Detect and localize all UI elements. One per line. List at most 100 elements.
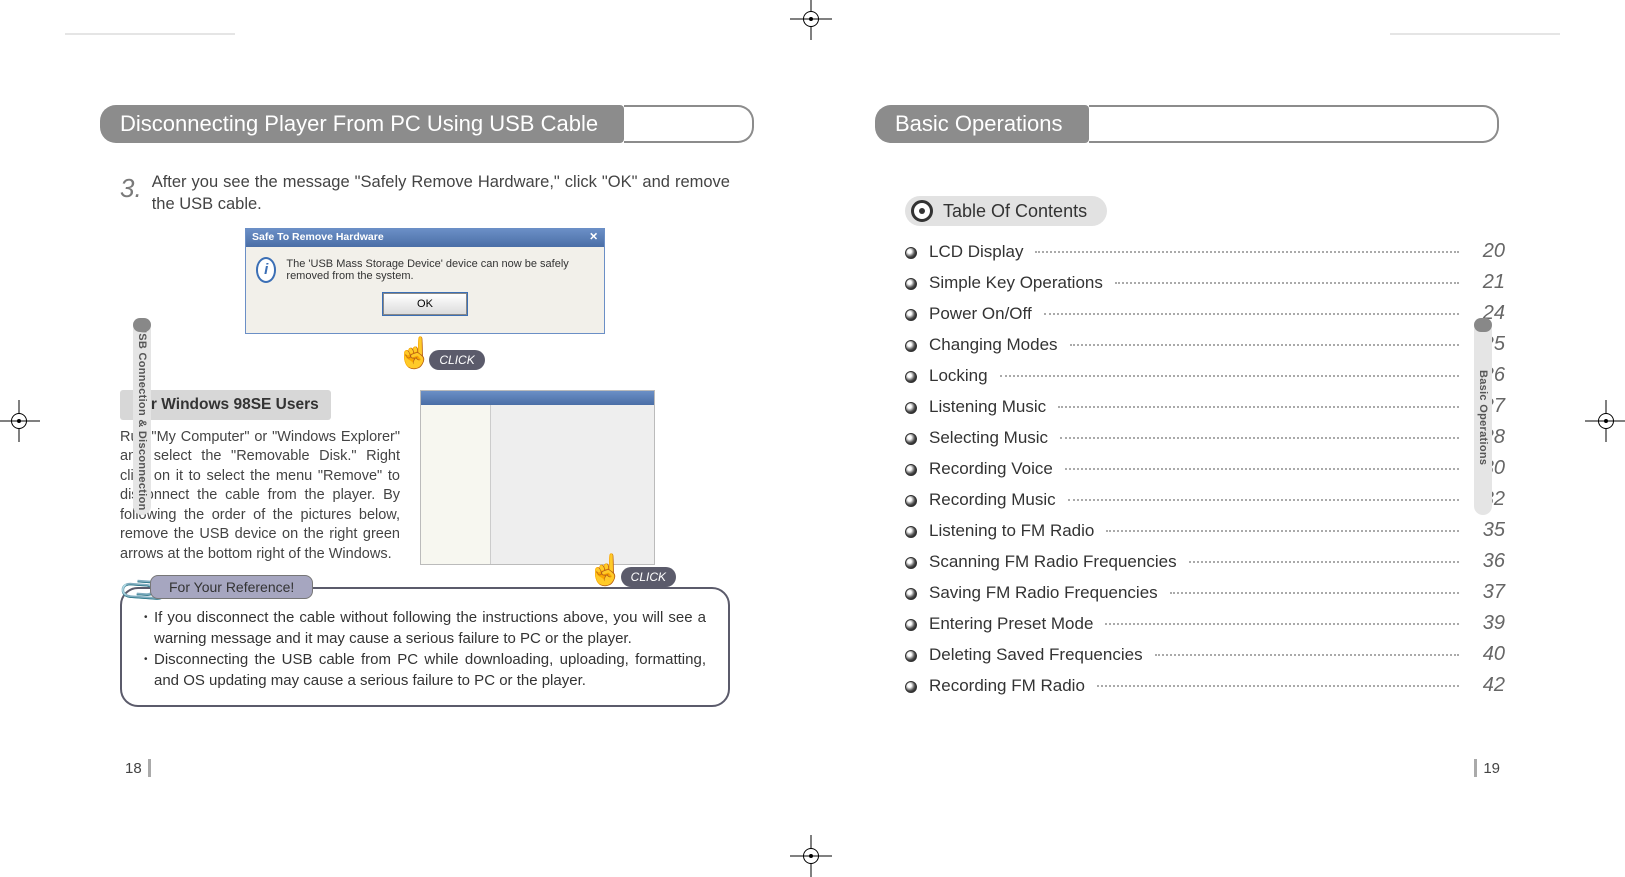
dialog-ok-button: OK xyxy=(383,293,467,315)
toc-label: Locking xyxy=(929,366,988,386)
toc-leader xyxy=(1106,530,1459,532)
toc-label: Listening Music xyxy=(929,397,1046,417)
page-right: Basic Operations Basic Operations Table … xyxy=(840,35,1560,795)
toc-label: Entering Preset Mode xyxy=(929,614,1093,634)
toc-leader xyxy=(1189,561,1459,563)
dialog-titlebar: Safe To Remove Hardware ✕ xyxy=(246,229,604,247)
registration-mark xyxy=(1585,400,1625,442)
toc-bullet-icon xyxy=(905,402,917,414)
click-tag: CLICK xyxy=(621,567,676,587)
toc-row: Entering Preset Mode 39 xyxy=(905,612,1505,643)
toc-label: Scanning FM Radio Frequencies xyxy=(929,552,1177,572)
toc-bullet-icon xyxy=(905,619,917,631)
toc-row: Recording FM Radio 42 xyxy=(905,674,1505,705)
toc-page: 35 xyxy=(1471,519,1505,542)
toc-row: Deleting Saved Frequencies 40 xyxy=(905,643,1505,674)
toc-leader xyxy=(1035,251,1459,253)
explorer-screenshot: ☝ CLICK xyxy=(420,390,655,565)
side-tab-left: USB Connection & Disconnection xyxy=(133,320,151,515)
toc-bullet-icon xyxy=(905,247,917,259)
toc-row: Recording Voice30 xyxy=(905,457,1505,488)
toc-leader xyxy=(1097,685,1459,687)
dialog-title: Safe To Remove Hardware xyxy=(252,231,384,245)
toc-label: Changing Modes xyxy=(929,335,1058,355)
toc-leader xyxy=(1155,654,1459,656)
toc-label: Recording Voice xyxy=(929,459,1053,479)
step-number: 3. xyxy=(120,171,142,216)
toc-label: Saving FM Radio Frequencies xyxy=(929,583,1158,603)
toc-label: Recording FM Radio xyxy=(929,676,1085,696)
click-tag: CLICK xyxy=(429,350,484,370)
dialog-safe-remove: Safe To Remove Hardware ✕ i The 'USB Mas… xyxy=(245,228,605,334)
toc-page: 39 xyxy=(1471,612,1505,635)
toc-label: LCD Display xyxy=(929,242,1023,262)
toc-row: Listening Music27 xyxy=(905,395,1505,426)
toc-leader xyxy=(1170,592,1459,594)
toc-leader xyxy=(1058,406,1459,408)
win98-body: Run "My Computer" or "Windows Explorer" … xyxy=(120,428,400,565)
toc-label: Recording Music xyxy=(929,490,1056,510)
toc-leader xyxy=(1060,437,1459,439)
toc-row: Recording Music32 xyxy=(905,488,1505,519)
toc-row: Power On/Off24 xyxy=(905,302,1505,333)
reference-note-item: If you disconnect the cable without foll… xyxy=(144,607,706,649)
toc-bullet-icon xyxy=(905,650,917,662)
toc-heading-text: Table Of Contents xyxy=(943,201,1087,222)
toc-bullet-icon xyxy=(905,433,917,445)
toc-bullet-icon xyxy=(905,371,917,383)
registration-mark xyxy=(790,0,832,40)
page-number-left: 18 xyxy=(125,759,151,777)
toc-bullet-icon xyxy=(905,681,917,693)
section-heading-right: Basic Operations xyxy=(875,105,1560,143)
toc-row: Locking26 xyxy=(905,364,1505,395)
reference-note: 📎 For Your Reference! If you disconnect … xyxy=(120,587,730,707)
toc-leader xyxy=(1000,375,1459,377)
instruction-step: 3. After you see the message "Safely Rem… xyxy=(120,171,730,216)
toc-bullet-icon xyxy=(905,495,917,507)
pointer-hand-icon: ☝ xyxy=(587,556,624,586)
toc-row: Selecting Music28 xyxy=(905,426,1505,457)
toc-page: 36 xyxy=(1471,550,1505,573)
section-heading-text: Basic Operations xyxy=(875,105,1089,143)
toc-bullet-icon xyxy=(905,588,917,600)
toc-row: Simple Key Operations21 xyxy=(905,271,1505,302)
step-text: After you see the message "Safely Remove… xyxy=(152,171,730,216)
manual-spread: USB Connection & Disconnection Disconnec… xyxy=(0,0,1625,875)
bullet-ring-icon xyxy=(911,200,933,222)
info-icon: i xyxy=(256,257,276,283)
win98-heading: For Windows 98SE Users xyxy=(120,390,331,420)
toc-row: LCD Display 20 xyxy=(905,240,1505,271)
reference-note-tab: For Your Reference! xyxy=(150,575,313,599)
toc-label: Listening to FM Radio xyxy=(929,521,1094,541)
toc-page: 42 xyxy=(1471,674,1505,697)
toc-leader xyxy=(1115,282,1459,284)
pointer-hand-icon: ☝ xyxy=(396,339,433,369)
toc-label: Selecting Music xyxy=(929,428,1048,448)
toc-leader xyxy=(1105,623,1459,625)
toc-bullet-icon xyxy=(905,278,917,290)
toc-bullet-icon xyxy=(905,309,917,321)
section-heading-text: Disconnecting Player From PC Using USB C… xyxy=(100,105,624,143)
toc-page: 37 xyxy=(1471,581,1505,604)
toc-row: Changing Modes25 xyxy=(905,333,1505,364)
toc-page: 40 xyxy=(1471,643,1505,666)
page-left: USB Connection & Disconnection Disconnec… xyxy=(65,35,785,795)
toc-label: Deleting Saved Frequencies xyxy=(929,645,1143,665)
section-heading-left: Disconnecting Player From PC Using USB C… xyxy=(100,105,785,143)
toc-bullet-icon xyxy=(905,464,917,476)
registration-mark xyxy=(790,835,832,877)
toc-row: Scanning FM Radio Frequencies 36 xyxy=(905,550,1505,581)
registration-mark xyxy=(0,400,40,442)
toc-leader xyxy=(1070,344,1459,346)
close-icon: ✕ xyxy=(589,231,598,245)
toc-row: Listening to FM Radio 35 xyxy=(905,519,1505,550)
toc-bullet-icon xyxy=(905,340,917,352)
side-tab-label: USB Connection & Disconnection xyxy=(136,325,148,511)
toc-bullet-icon xyxy=(905,557,917,569)
toc-label: Power On/Off xyxy=(929,304,1032,324)
toc-page: 21 xyxy=(1471,271,1505,294)
toc-page: 20 xyxy=(1471,240,1505,263)
toc-leader xyxy=(1044,313,1459,315)
dialog-message: The 'USB Mass Storage Device' device can… xyxy=(286,258,594,282)
toc-row: Saving FM Radio Frequencies 37 xyxy=(905,581,1505,612)
